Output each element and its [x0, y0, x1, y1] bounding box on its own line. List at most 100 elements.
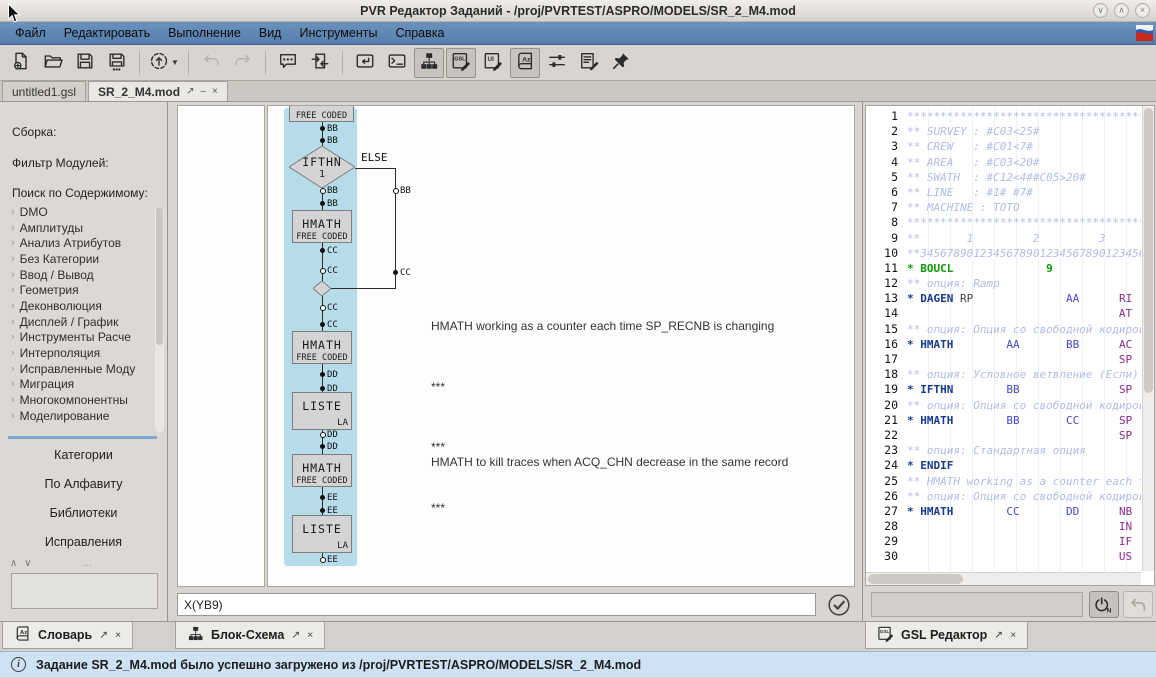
tree-item-1[interactable]: ›Амплитуды: [6, 220, 154, 236]
menu-item-3[interactable]: Вид: [250, 23, 291, 43]
doc-tab-untitled1.gsl[interactable]: untitled1.gsl: [2, 81, 86, 101]
menu-item-4[interactable]: Инструменты: [290, 23, 386, 43]
form-edit-button[interactable]: [574, 48, 604, 78]
flow-node-ifthn[interactable]: IFTHN1: [289, 146, 355, 188]
code-vertical-scrollbar[interactable]: [1142, 106, 1154, 571]
sidebar-button-0[interactable]: Категории: [0, 448, 167, 462]
tree-item-5[interactable]: ›Геометрия: [6, 282, 154, 298]
flow-node-free-coded-top[interactable]: FREE CODED: [289, 105, 354, 122]
tab-minimize-icon[interactable]: –: [200, 86, 206, 97]
code-line: ** LINE : #1# #7#: [907, 185, 1141, 200]
chevron-right-icon[interactable]: ›: [11, 207, 15, 217]
chevron-right-icon[interactable]: ›: [11, 285, 15, 295]
tab-blockscheme[interactable]: Блок-Схема ↗ ×: [175, 622, 325, 649]
tab-close-icon[interactable]: ×: [115, 629, 121, 641]
revert-button[interactable]: [1123, 591, 1153, 618]
gsl-editor[interactable]: 1234567891011121314151617181920212223242…: [865, 105, 1155, 586]
sidebar-button-3[interactable]: Исправления: [0, 535, 167, 549]
tree-item-9[interactable]: ›Интерполяция: [6, 345, 154, 361]
enter-box-button[interactable]: [350, 48, 380, 78]
transfer-button[interactable]: [305, 48, 335, 78]
flow-node-hmath-2[interactable]: HMATHFREE CODED: [292, 331, 352, 364]
undo-button[interactable]: [196, 48, 226, 78]
tab-close-icon[interactable]: ×: [1010, 629, 1016, 641]
code-horizontal-scrollbar[interactable]: [866, 572, 1141, 585]
tree-item-12[interactable]: ›Многокомпонентны: [6, 392, 154, 408]
settings-button[interactable]: [542, 48, 572, 78]
chevron-right-icon[interactable]: ›: [11, 317, 15, 327]
close-button[interactable]: ×: [1135, 3, 1150, 18]
terminal-button[interactable]: [382, 48, 412, 78]
menu-item-2[interactable]: Выполнение: [159, 23, 250, 43]
flow-node-merge[interactable]: [313, 281, 331, 296]
tree-item-6[interactable]: ›Деконволюция: [6, 298, 154, 314]
tree-item-7[interactable]: ›Дисплей / График: [6, 314, 154, 330]
sidebar-button-2[interactable]: Библиотеки: [0, 506, 167, 520]
tab-float-icon[interactable]: ↗: [99, 629, 108, 641]
sidebar-input-box[interactable]: [11, 573, 158, 609]
tree-item-4[interactable]: ›Ввод / Вывод: [6, 267, 154, 283]
tree-item-13[interactable]: ›Моделирование: [6, 408, 154, 424]
code-line: IF: [907, 534, 1141, 549]
tab-close-icon[interactable]: ×: [307, 629, 313, 641]
menu-item-5[interactable]: Справка: [386, 23, 453, 43]
pin-button[interactable]: [606, 48, 636, 78]
chevron-right-icon[interactable]: ›: [11, 270, 15, 280]
chevron-right-icon[interactable]: ›: [11, 332, 15, 342]
sidebar-button-1[interactable]: По Алфавиту: [0, 477, 167, 491]
flow-node-hmath-1[interactable]: HMATHFREE CODED: [292, 210, 352, 243]
tab-float-icon[interactable]: ↗: [291, 629, 300, 641]
tab-close-icon[interactable]: ×: [212, 86, 218, 97]
chevron-right-icon[interactable]: ›: [11, 379, 15, 389]
chevron-right-icon[interactable]: ›: [11, 254, 15, 264]
code-area[interactable]: ****************************************…: [907, 106, 1141, 571]
tab-dictionary[interactable]: Az Словарь ↗ ×: [2, 622, 133, 649]
more-icon[interactable]: …: [82, 558, 93, 569]
flowchart-view-button[interactable]: [414, 48, 444, 78]
new-file-button[interactable]: [6, 48, 36, 78]
chevron-right-icon[interactable]: ›: [11, 238, 15, 248]
toggle-on-button[interactable]: N: [1089, 591, 1119, 618]
dictionary-button[interactable]: Az: [510, 48, 540, 78]
tree-item-8[interactable]: ›Инструменты Расче: [6, 330, 154, 346]
flowchart-command-input[interactable]: [177, 593, 816, 616]
comment-button[interactable]: [273, 48, 303, 78]
save-button[interactable]: [70, 48, 100, 78]
spin-up-icon[interactable]: ∧: [10, 558, 17, 569]
tab-float-icon[interactable]: ↗: [994, 629, 1003, 641]
open-button[interactable]: [38, 48, 68, 78]
spin-down-icon[interactable]: ∨: [24, 558, 31, 569]
menu-item-1[interactable]: Редактировать: [55, 23, 159, 43]
chevron-right-icon[interactable]: ›: [11, 348, 15, 358]
chevron-right-icon[interactable]: ›: [11, 223, 15, 233]
doc-tab-SR_2_M4.mod[interactable]: SR_2_M4.mod↗–×: [88, 81, 228, 101]
flow-node-liste-2[interactable]: LISTELA: [292, 515, 352, 553]
chevron-right-icon[interactable]: ›: [11, 301, 15, 311]
ui-editor-button[interactable]: UI: [478, 48, 508, 78]
maximize-button[interactable]: ∧: [1114, 3, 1129, 18]
flowchart-canvas[interactable]: ELSEFREE CODEDIFTHN1HMATHFREE CODEDHMATH…: [267, 105, 855, 587]
toolbar-separator: [342, 51, 343, 75]
run-button[interactable]: ▼: [147, 48, 181, 78]
chevron-right-icon[interactable]: ›: [11, 395, 15, 405]
flow-node-liste-1[interactable]: LISTELA: [292, 392, 352, 430]
tree-item-2[interactable]: ›Анализ Атрибутов: [6, 235, 154, 251]
redo-button[interactable]: [228, 48, 258, 78]
gsl-editor-button[interactable]: GSL: [446, 48, 476, 78]
chevron-right-icon[interactable]: ›: [11, 411, 15, 421]
validate-button[interactable]: [825, 591, 853, 619]
flow-node-hmath-3[interactable]: HMATHFREE CODED: [292, 454, 352, 487]
minimize-button[interactable]: ∨: [1093, 3, 1108, 18]
chevron-right-icon[interactable]: ›: [11, 364, 15, 374]
tab-gsl-editor[interactable]: GSL GSL Редактор ↗ ×: [865, 622, 1028, 649]
tree-scrollbar[interactable]: [155, 206, 164, 432]
save-as-button[interactable]: [102, 48, 132, 78]
menu-item-0[interactable]: Файл: [6, 23, 55, 43]
tree-item-3[interactable]: ›Без Категории: [6, 251, 154, 267]
gsl-command-field[interactable]: [871, 592, 1083, 617]
dropdown-caret-icon[interactable]: ▼: [171, 58, 179, 67]
tab-float-icon[interactable]: ↗: [186, 86, 194, 97]
tree-item-11[interactable]: ›Миграция: [6, 377, 154, 393]
tree-item-10[interactable]: ›Исправленные Моду: [6, 361, 154, 377]
tree-item-0[interactable]: ›DMO: [6, 204, 154, 220]
